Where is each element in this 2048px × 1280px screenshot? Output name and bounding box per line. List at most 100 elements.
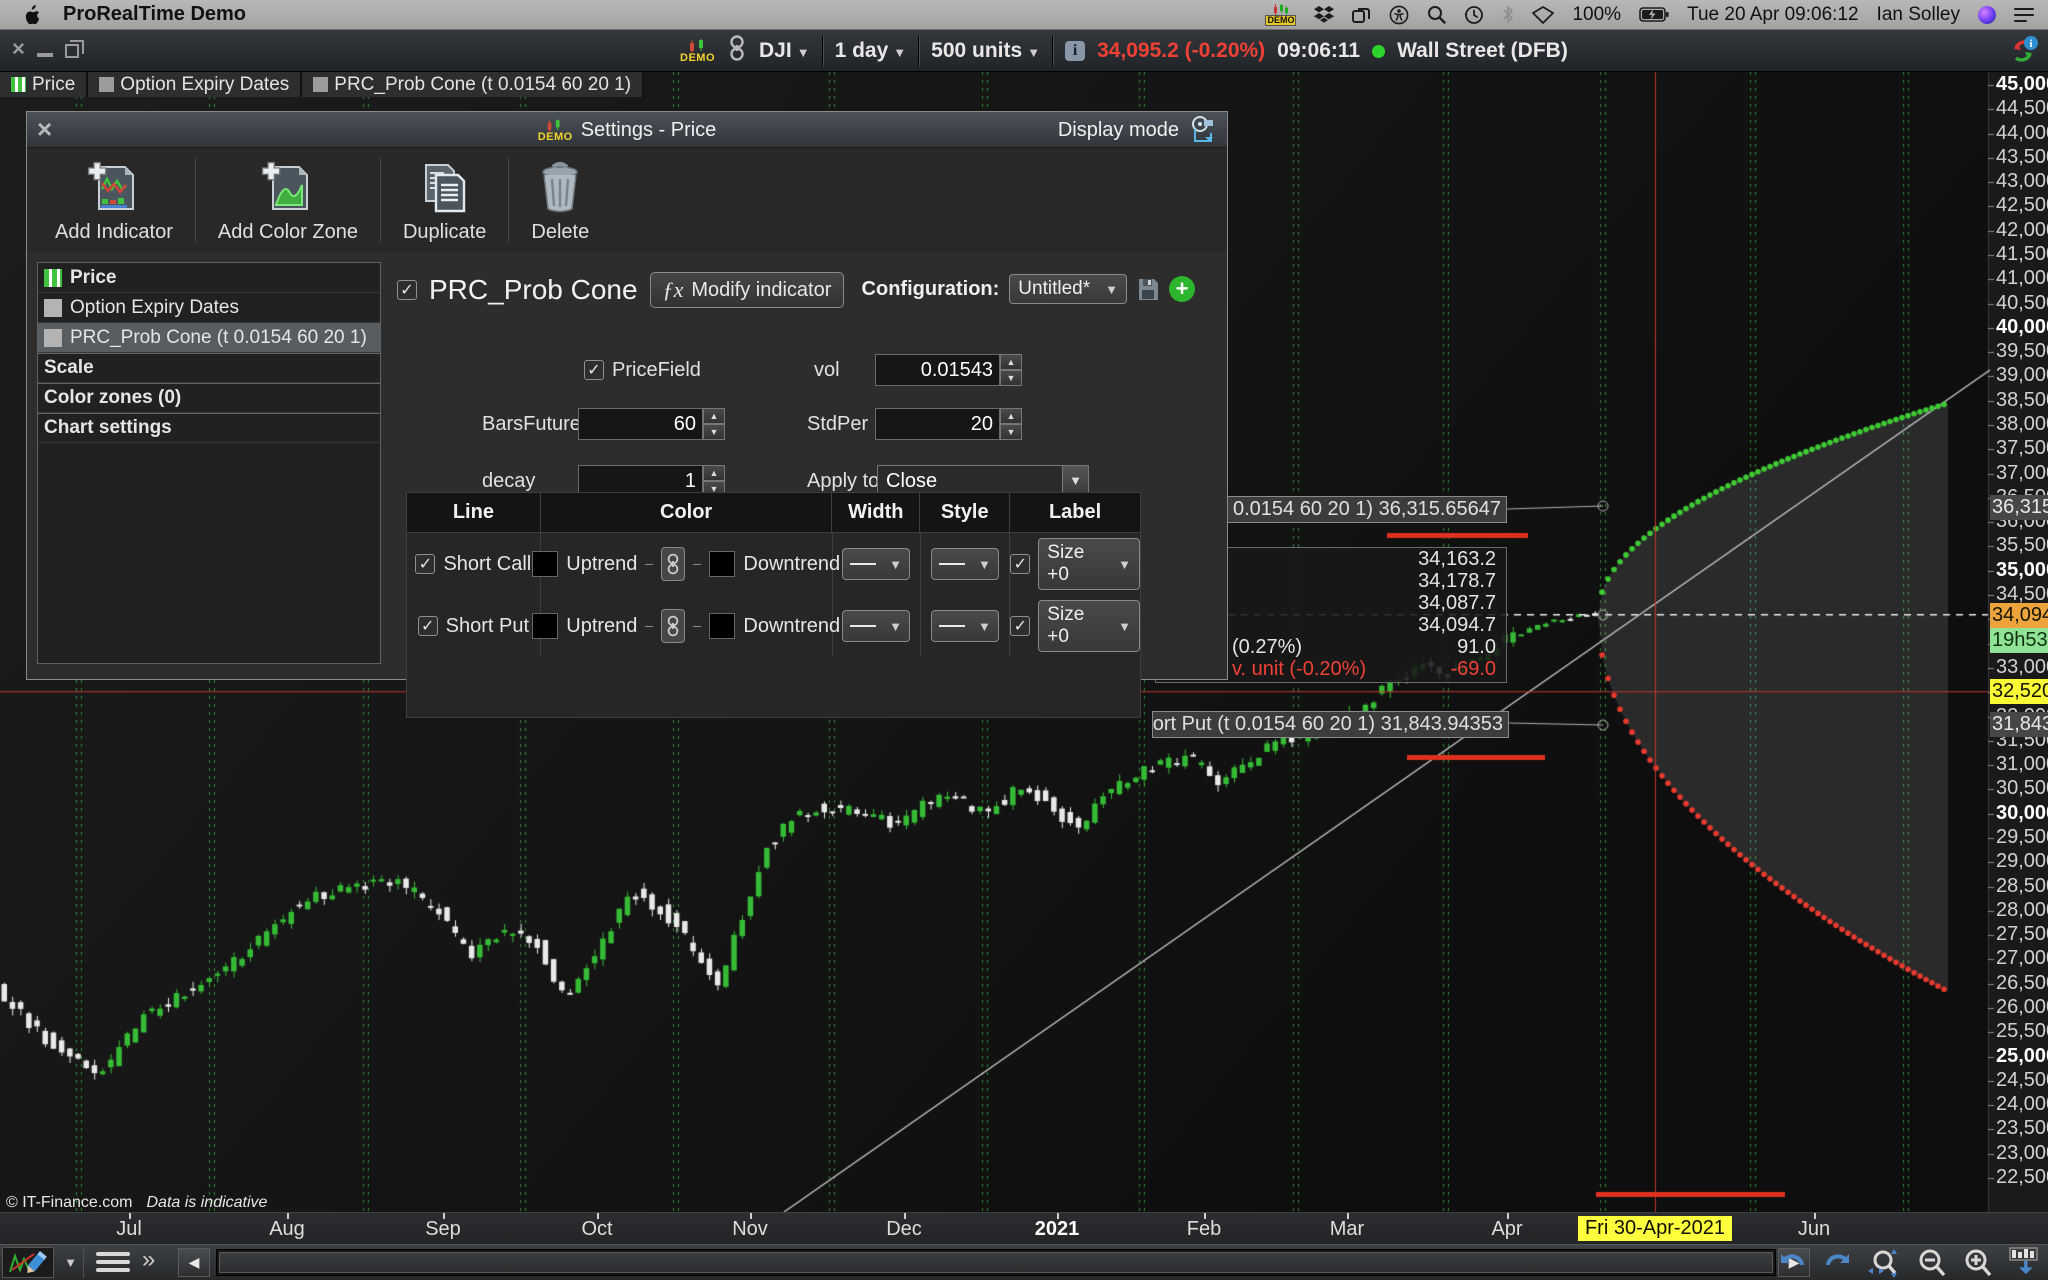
add-color-zone-button[interactable]: Add Color Zone [196, 148, 380, 252]
market-name: Wall Street (DFB) [1397, 39, 1568, 63]
symbol-dropdown[interactable]: DJI▼ [759, 39, 810, 63]
display-mode-control[interactable]: Display mode [1058, 112, 1217, 148]
configuration-dropdown[interactable]: Untitled*▼ [1009, 274, 1127, 304]
tab-price[interactable]: Price [0, 72, 88, 97]
y-axis-label: 37,000 [1996, 462, 2048, 485]
short-call-downtrend-color[interactable] [709, 551, 735, 577]
menubar-clock[interactable]: Tue 20 Apr 09:06:12 [1687, 4, 1858, 26]
stdper-stepper[interactable]: ▲▼ [1000, 408, 1022, 440]
y-axis-label: 41,500 [1996, 243, 2048, 266]
short-call-label-checkbox[interactable]: ✓ [1010, 554, 1030, 574]
short-put-label-checkbox[interactable]: ✓ [1010, 616, 1030, 636]
chart-scrollbar[interactable] [216, 1249, 1776, 1276]
drawing-tool-caret[interactable]: ▼ [58, 1247, 84, 1278]
short-call-style-dropdown[interactable]: ▼ [931, 548, 999, 580]
time-machine-icon[interactable] [1464, 4, 1484, 26]
info-icon[interactable]: i [1065, 41, 1085, 61]
prc-cone-icon [44, 329, 62, 347]
dialog-header[interactable]: × DEMO Settings - Price Display mode [27, 112, 1227, 148]
stdper-input[interactable]: 20 [875, 408, 1000, 440]
y-axis-label: 27,500 [1996, 923, 2048, 946]
apple-menu-icon[interactable] [24, 4, 41, 26]
link-chart-icon[interactable] [727, 33, 747, 69]
short-call-uptrend-color[interactable] [532, 551, 558, 577]
notification-center-icon[interactable] [2014, 4, 2034, 26]
refresh-sync-icon[interactable]: i [2006, 34, 2040, 73]
short-call-checkbox[interactable]: ✓ [415, 554, 435, 574]
zoom-in-icon[interactable] [1962, 1247, 1994, 1279]
sidebar-item-scale[interactable]: Scale [38, 353, 380, 383]
dialog-demo-icon: DEMO [538, 119, 573, 142]
short-put-width-dropdown[interactable]: ▼ [842, 610, 910, 642]
save-config-icon[interactable] [1137, 277, 1159, 301]
x-axis-label: Apr [1491, 1218, 1522, 1241]
pricefield-checkbox-row[interactable]: ✓PriceField [584, 354, 701, 386]
short-call-size-dropdown[interactable]: Size +0▼ [1038, 538, 1140, 590]
vol-stepper[interactable]: ▲▼ [1000, 354, 1022, 386]
sidebar-item-price[interactable]: Price [38, 263, 380, 293]
duplicate-icon [416, 159, 474, 217]
sidebar-item-color-zones[interactable]: Color zones (0) [38, 383, 380, 413]
zoom-out-icon[interactable] [1916, 1247, 1948, 1279]
scrollbar-thumb[interactable] [219, 1252, 1773, 1273]
undo-icon[interactable] [1778, 1248, 1808, 1278]
short-put-downtrend-color[interactable] [709, 613, 735, 639]
bluetooth-icon[interactable] [1502, 4, 1514, 26]
compress-bars-icon[interactable] [2008, 1247, 2042, 1279]
sidebar-item-option-expiry[interactable]: Option Expiry Dates [38, 293, 380, 323]
link-colors-icon[interactable] [661, 547, 685, 581]
y-axis-label: 39,000 [1996, 364, 2048, 387]
short-put-size-dropdown[interactable]: Size +0▼ [1038, 600, 1140, 652]
short-put-style-dropdown[interactable]: ▼ [931, 610, 999, 642]
windows-copy-icon[interactable] [1352, 4, 1371, 26]
menu-icon[interactable] [96, 1252, 130, 1272]
spotlight-search-icon[interactable] [1427, 4, 1446, 26]
barsfuture-input[interactable]: 60 [578, 408, 703, 440]
redo-icon[interactable] [1822, 1248, 1852, 1278]
sidebar-item-chart-settings[interactable]: Chart settings [38, 413, 380, 443]
accessibility-icon[interactable] [1389, 4, 1409, 26]
duplicate-button[interactable]: Duplicate [381, 148, 508, 252]
x-axis-label: Mar [1330, 1218, 1364, 1241]
dialog-main-panel: ✓ PRC_Prob Cone ƒx Modify indicator Conf… [397, 262, 1219, 671]
add-color-zone-icon [259, 159, 317, 217]
price-series-icon [44, 269, 62, 287]
demo-candles-icon[interactable]: DEMO [1265, 4, 1296, 26]
units-dropdown[interactable]: 500 units▼ [931, 39, 1040, 63]
vol-input[interactable]: 0.01543 [875, 354, 1000, 386]
airdrop-diamond-icon[interactable] [1532, 4, 1554, 26]
app-title[interactable]: ProRealTime Demo [63, 3, 246, 26]
add-indicator-button[interactable]: Add Indicator [33, 148, 195, 252]
dropbox-icon[interactable] [1314, 4, 1334, 26]
sidebar-item-prc-prob-cone[interactable]: PRC_Prob Cone (t 0.0154 60 20 1) [38, 323, 380, 353]
short-call-width-dropdown[interactable]: ▼ [842, 548, 910, 580]
add-config-button[interactable]: + [1169, 276, 1195, 302]
lines-table-header: Line Color Width Style Label [407, 493, 1140, 533]
siri-icon[interactable] [1978, 6, 1996, 24]
short-put-level-label[interactable]: Short Put (t 0.0154 60 20 1) 31,843.9435… [1152, 711, 1509, 738]
zoom-fit-icon[interactable] [1866, 1247, 1902, 1279]
close-window-icon[interactable]: × [12, 38, 25, 60]
indicator-enabled-checkbox[interactable]: ✓ [397, 280, 417, 300]
data-indicative-note: Data is indicative [147, 1194, 268, 1212]
tab-option-expiry[interactable]: Option Expiry Dates [88, 72, 302, 97]
short-put-uptrend-color[interactable] [532, 613, 558, 639]
user-name[interactable]: Ian Solley [1877, 4, 1960, 26]
delete-button[interactable]: Delete [509, 148, 611, 252]
expand-tools-icon[interactable]: » [142, 1246, 155, 1274]
battery-icon[interactable] [1639, 4, 1669, 26]
modify-indicator-button[interactable]: ƒx Modify indicator [650, 272, 845, 308]
scroll-left-button[interactable]: ◀ [178, 1248, 210, 1277]
minimize-window-icon[interactable] [37, 53, 53, 57]
short-put-checkbox[interactable]: ✓ [418, 616, 438, 636]
drawing-tool-button[interactable] [2, 1247, 54, 1278]
barsfuture-stepper[interactable]: ▲▼ [703, 408, 725, 440]
link-colors-icon[interactable] [661, 609, 685, 643]
y-axis-label: 44,000 [1996, 122, 2048, 145]
y-axis-label: 29,500 [1996, 826, 2048, 849]
restore-window-icon[interactable] [65, 44, 79, 58]
timeframe-dropdown[interactable]: 1 day▼ [835, 39, 907, 63]
tab-prc-prob-cone[interactable]: PRC_Prob Cone (t 0.0154 60 20 1) [302, 72, 644, 97]
price-tab-icon [11, 77, 26, 92]
configuration-label: Configuration: [862, 278, 1000, 301]
